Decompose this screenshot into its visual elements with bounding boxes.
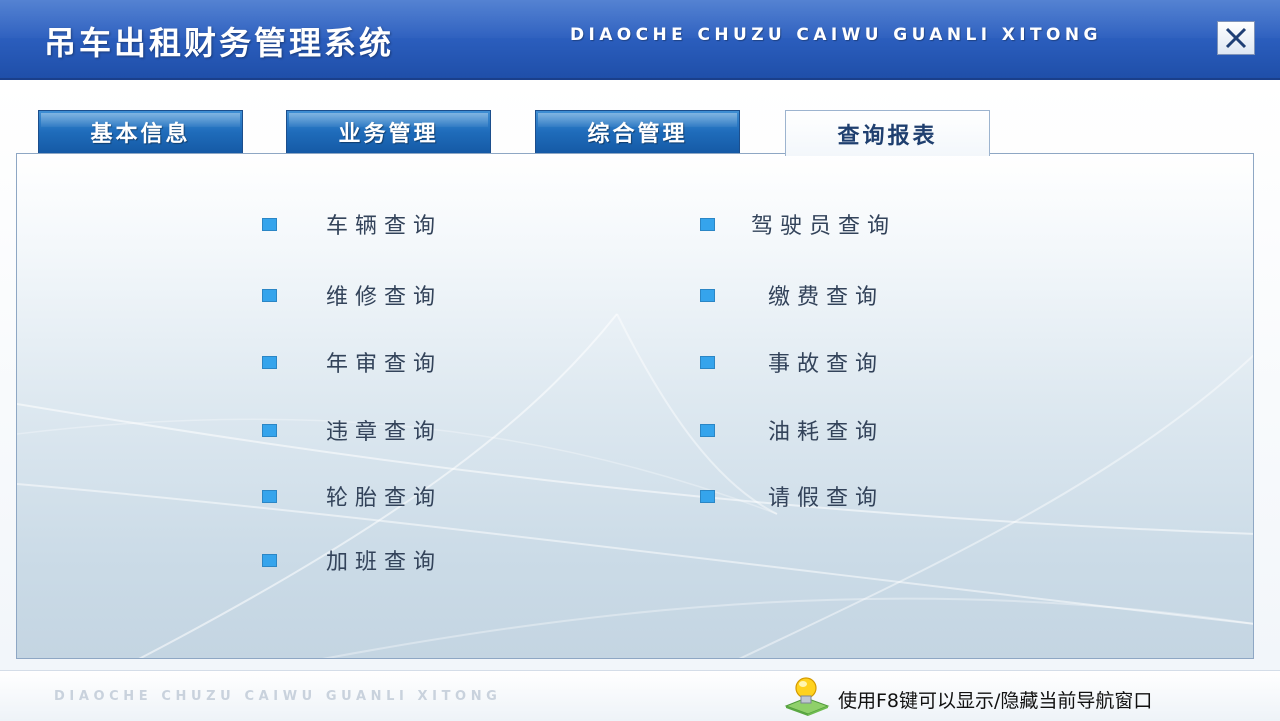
menu-item-annual-inspection-query[interactable]: 年审查询 [262, 346, 442, 378]
menu-item-leave-query[interactable]: 请假查询 [700, 480, 884, 512]
menu-item-label: 加班查询 [326, 550, 443, 575]
tab-business-management[interactable]: 业务管理 [286, 110, 491, 154]
menu-item-label: 缴费查询 [768, 285, 885, 310]
tab-comprehensive-management[interactable]: 综合管理 [535, 110, 740, 154]
bullet-icon [262, 553, 277, 567]
menu-item-label: 驾驶员查询 [751, 214, 897, 239]
menu-item-label: 事故查询 [768, 352, 885, 377]
bullet-icon [262, 489, 277, 503]
menu-item-label: 请假查询 [768, 486, 885, 511]
bullet-icon [262, 288, 277, 302]
menu-item-label: 维修查询 [326, 285, 443, 310]
bullet-icon [700, 489, 715, 503]
query-reports-panel [16, 153, 1254, 659]
menu-item-label: 油耗查询 [768, 420, 885, 445]
lightbulb-icon [784, 677, 830, 716]
bullet-icon [262, 217, 277, 231]
bullet-icon [700, 355, 715, 369]
footer-pinyin-title: DIAOCHE CHUZU CAIWU GUANLI XITONG [54, 689, 502, 704]
menu-item-accident-query[interactable]: 事故查询 [700, 346, 884, 378]
background-swoosh-decoration [17, 313, 1253, 658]
menu-item-repair-query[interactable]: 维修查询 [262, 279, 442, 311]
menu-item-violation-query[interactable]: 违章查询 [262, 414, 442, 446]
footer-hint-text: 使用F8键可以显示/隐藏当前导航窗口 [838, 690, 1153, 712]
menu-item-payment-query[interactable]: 缴费查询 [700, 279, 884, 311]
menu-item-fuel-consumption-query[interactable]: 油耗查询 [700, 414, 884, 446]
menu-item-label: 违章查询 [326, 420, 443, 445]
menu-item-tire-query[interactable]: 轮胎查询 [262, 480, 442, 512]
bullet-icon [262, 355, 277, 369]
menu-item-overtime-query[interactable]: 加班查询 [262, 544, 442, 576]
app-title: 吊车出租财务管理系统 [44, 24, 395, 62]
menu-item-driver-query[interactable]: 驾驶员查询 [700, 208, 896, 240]
bullet-icon [700, 423, 715, 437]
bullet-icon [262, 423, 277, 437]
menu-item-label: 轮胎查询 [326, 486, 443, 511]
menu-item-label: 车辆查询 [326, 214, 443, 239]
menu-item-label: 年审查询 [326, 352, 443, 377]
close-button[interactable] [1217, 21, 1255, 55]
bullet-icon [700, 288, 715, 302]
title-bar: 吊车出租财务管理系统 DIAOCHE CHUZU CAIWU GUANLI XI… [0, 0, 1280, 80]
app-pinyin-title: DIAOCHE CHUZU CAIWU GUANLI XITONG [570, 25, 1102, 45]
close-icon [1225, 27, 1247, 49]
tab-query-reports[interactable]: 查询报表 [785, 110, 990, 156]
bullet-icon [700, 217, 715, 231]
menu-item-vehicle-query[interactable]: 车辆查询 [262, 208, 442, 240]
tab-basic-info[interactable]: 基本信息 [38, 110, 243, 154]
